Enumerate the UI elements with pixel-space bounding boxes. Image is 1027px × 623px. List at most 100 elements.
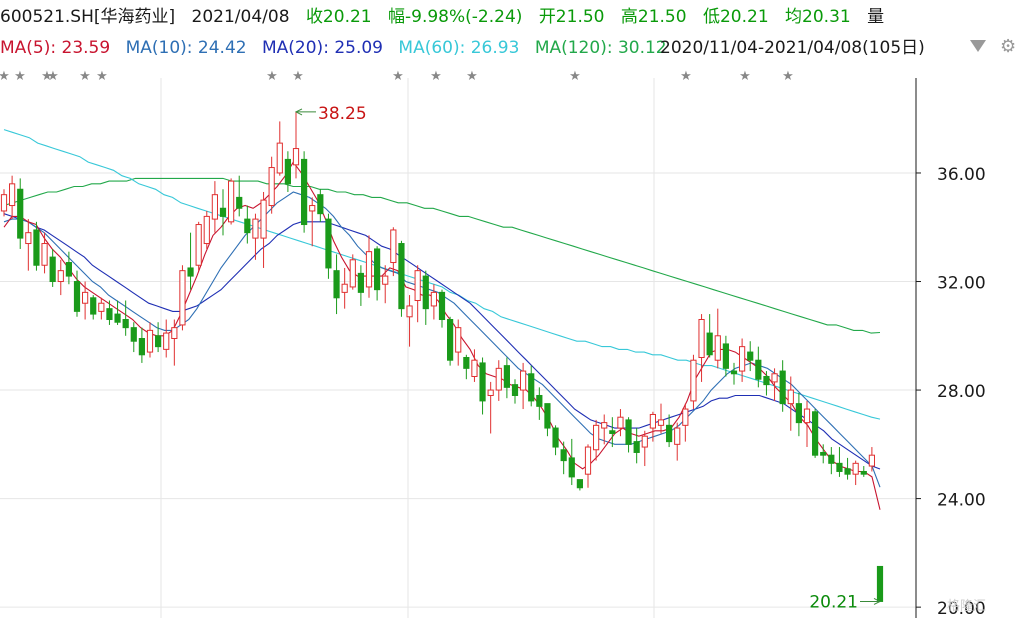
candle-body	[260, 199, 267, 239]
candle-body	[333, 270, 340, 299]
star-icon: ★	[79, 69, 91, 84]
candle-body	[187, 267, 194, 277]
y-tick-label: 24.00	[937, 491, 986, 511]
candle-body	[528, 373, 535, 402]
star-icon: ★	[782, 69, 794, 84]
candle-body	[682, 408, 689, 426]
candle-body	[593, 424, 600, 451]
candle-body	[698, 319, 705, 358]
candle-body	[666, 424, 673, 443]
candle-body	[138, 338, 145, 356]
candle-body	[812, 411, 819, 456]
candle-body	[690, 359, 697, 402]
candle-body	[747, 351, 754, 361]
candle-body	[463, 356, 470, 369]
candle-body	[803, 408, 811, 424]
star-icon: ★	[739, 69, 751, 84]
annotations: 38.25 20.21	[294, 104, 882, 612]
kline-chart: ★ ★ ★★ ★ ★ ★ ★ ★ ★ ★ ★ ★ ★ ★ 36.0032.0028.0024.0020.0…	[0, 69, 986, 619]
candle-body	[341, 283, 348, 293]
candle-body	[65, 262, 72, 277]
candle-body	[657, 419, 665, 426]
candle-body	[795, 403, 802, 424]
y-axis: 36.0032.0028.0024.0020.00	[915, 78, 986, 619]
candle-body	[57, 270, 64, 283]
candle-body	[787, 389, 794, 405]
y-tick-label: 36.00	[937, 165, 986, 185]
candle-body	[155, 335, 162, 348]
candle-body	[674, 427, 681, 445]
candle-body	[422, 275, 429, 310]
candle-body	[179, 270, 186, 326]
candle-body	[633, 441, 640, 453]
candle-body	[25, 232, 32, 245]
candle-body	[163, 332, 170, 350]
candle-body	[447, 319, 454, 361]
candle-body	[325, 218, 332, 269]
candle-body	[544, 403, 551, 429]
candle-body	[479, 362, 486, 402]
candle-body	[349, 259, 356, 288]
candle-body	[171, 327, 178, 340]
candle-body	[284, 158, 291, 185]
candle-body	[146, 329, 154, 353]
candle-body	[779, 370, 786, 405]
candle-body	[73, 281, 81, 312]
star-icon: ★	[47, 69, 59, 84]
candle-body	[641, 435, 648, 448]
candle-body	[836, 462, 843, 472]
candle-body	[730, 370, 738, 375]
candle-body	[414, 270, 421, 302]
candle-body	[503, 365, 510, 388]
candle-body	[301, 158, 308, 226]
candle-body	[317, 194, 324, 215]
star-icon: ★	[392, 69, 404, 84]
candle-body	[203, 215, 210, 245]
candle-body	[228, 180, 235, 223]
star-icon: ★	[266, 69, 278, 84]
candle-body	[438, 291, 446, 321]
candle-body	[576, 479, 583, 489]
candle-body	[309, 205, 316, 212]
star-icon: ★	[466, 69, 478, 84]
star-icon: ★	[569, 69, 581, 84]
candle-body	[536, 394, 543, 407]
candle-body	[268, 167, 275, 207]
candle-body	[471, 359, 478, 377]
candle-body	[82, 291, 89, 304]
star-icon: ★	[680, 69, 692, 84]
candle-body	[755, 359, 762, 380]
star-icon: ★	[0, 69, 10, 84]
watermark: 格隆汇	[947, 599, 987, 614]
candle-body	[763, 375, 770, 386]
candle-body	[584, 446, 592, 475]
candle-body	[9, 183, 16, 207]
candle-body	[357, 272, 364, 293]
candle-body	[844, 468, 851, 475]
candle-body	[852, 462, 859, 475]
candle-body	[114, 313, 121, 323]
candle-body	[649, 413, 656, 429]
candle-body	[552, 427, 559, 448]
candles	[0, 111, 884, 602]
candle-body	[195, 224, 202, 266]
candle-body	[292, 148, 300, 166]
candle-body	[828, 454, 835, 464]
candle-body	[252, 218, 259, 239]
candle-body	[122, 319, 129, 329]
candle-body	[49, 256, 56, 283]
candle-body	[211, 194, 218, 220]
max-price-label: 38.25	[318, 104, 367, 124]
candle-body	[33, 229, 40, 266]
candle-body	[820, 451, 827, 456]
candle-body	[609, 430, 616, 434]
event-markers: ★ ★ ★★ ★ ★ ★ ★ ★ ★ ★ ★ ★ ★ ★	[0, 69, 794, 84]
y-tick-label: 32.00	[937, 274, 986, 294]
candle-body	[706, 332, 713, 356]
candle-body	[722, 343, 729, 369]
star-icon: ★	[430, 69, 442, 84]
candle-body	[617, 416, 624, 429]
candle-body	[276, 142, 283, 174]
candle-body	[455, 327, 462, 353]
candle-body	[495, 367, 502, 391]
